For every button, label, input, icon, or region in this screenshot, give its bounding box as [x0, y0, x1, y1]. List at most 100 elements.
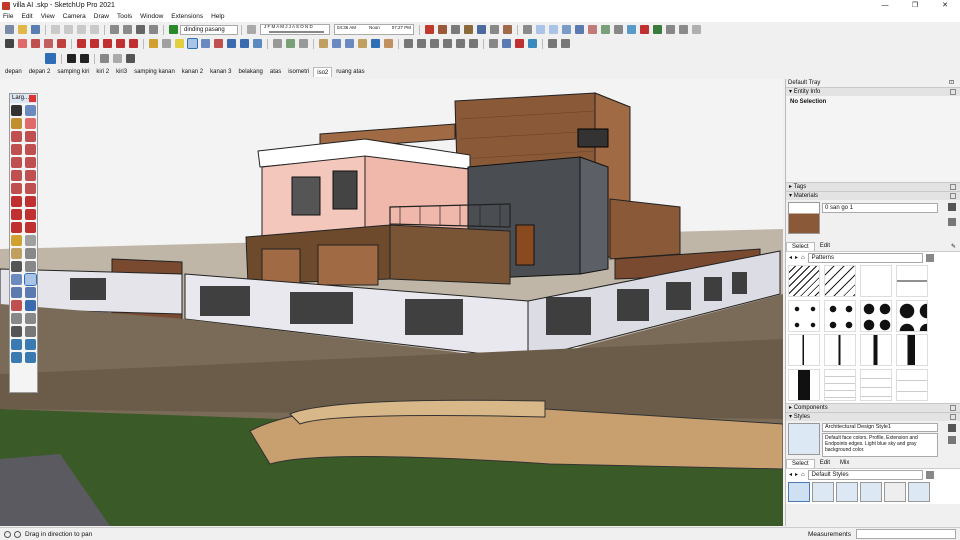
- zoom-window-palette-icon[interactable]: [25, 287, 36, 298]
- erase-icon[interactable]: [90, 25, 99, 34]
- scene-tab[interactable]: kanan 2: [179, 67, 206, 77]
- freehand-icon[interactable]: [25, 131, 36, 142]
- menu-edit[interactable]: Edit: [21, 13, 32, 20]
- move-tool-icon[interactable]: [90, 39, 99, 48]
- tape-palette-icon[interactable]: [11, 235, 22, 246]
- zoom-tool-icon[interactable]: [201, 39, 210, 48]
- zoom-palette-icon[interactable]: [11, 287, 22, 298]
- details-arrow-icon[interactable]: [925, 470, 934, 479]
- xray-style-icon[interactable]: [319, 39, 328, 48]
- redo-icon[interactable]: [123, 25, 132, 34]
- extension-warehouse-icon[interactable]: [515, 39, 524, 48]
- position-camera-palette-icon[interactable]: [11, 313, 22, 324]
- orbit-icon[interactable]: [536, 25, 545, 34]
- iso-view-icon[interactable]: [404, 39, 413, 48]
- copy-icon[interactable]: [64, 25, 73, 34]
- right-view-icon[interactable]: [443, 39, 452, 48]
- ruby-icon[interactable]: [45, 53, 56, 64]
- scale-icon[interactable]: [116, 39, 125, 48]
- smoove-icon[interactable]: [11, 352, 22, 363]
- pattern-thumb[interactable]: [824, 265, 856, 297]
- eyedropper-icon[interactable]: ✎: [946, 242, 960, 251]
- scene-tab[interactable]: samping kiri: [54, 67, 92, 77]
- menu-help[interactable]: Help: [211, 13, 224, 20]
- scene-tab[interactable]: depan 2: [26, 67, 54, 77]
- top-view-icon[interactable]: [417, 39, 426, 48]
- model-info-icon[interactable]: [149, 25, 158, 34]
- scene-tab[interactable]: kiri3: [113, 67, 130, 77]
- forward-arrow-icon[interactable]: ▸: [795, 471, 798, 478]
- scene-tab[interactable]: atas: [267, 67, 284, 77]
- home-icon[interactable]: ⌂: [801, 255, 805, 261]
- xray-icon[interactable]: [490, 25, 499, 34]
- move-palette-icon[interactable]: [11, 196, 22, 207]
- move-icon[interactable]: [523, 25, 532, 34]
- sandbox-scratch-icon[interactable]: [25, 339, 36, 350]
- section-cut-icon[interactable]: [299, 39, 308, 48]
- camera-icon[interactable]: [679, 25, 688, 34]
- zoom-extents-icon[interactable]: [214, 39, 223, 48]
- two-point-arc-icon[interactable]: [25, 170, 36, 181]
- pattern-thumb[interactable]: [860, 368, 892, 401]
- layout-icon[interactable]: [528, 39, 537, 48]
- materials-icon[interactable]: [614, 25, 623, 34]
- materials-select-tab[interactable]: Select: [786, 242, 815, 251]
- create-material-icon[interactable]: [948, 203, 956, 211]
- save-icon[interactable]: [31, 25, 40, 34]
- materials-header[interactable]: ▾ Materials: [786, 191, 960, 200]
- scene-tab-active[interactable]: iso2: [313, 67, 333, 77]
- shaded-icon[interactable]: [358, 39, 367, 48]
- paste-icon[interactable]: [77, 25, 86, 34]
- scale-palette-icon[interactable]: [11, 222, 22, 233]
- settings-gear-icon[interactable]: [126, 54, 135, 63]
- group-icon[interactable]: [438, 25, 447, 34]
- palette-close-icon[interactable]: [29, 95, 36, 102]
- solid-tools-icon[interactable]: [588, 25, 597, 34]
- select-icon[interactable]: [5, 39, 14, 48]
- styles-mix-tab[interactable]: Mix: [835, 459, 854, 468]
- orbit-tool-icon[interactable]: [187, 38, 198, 49]
- tape-measure-icon[interactable]: [149, 39, 158, 48]
- tray-pin-icon[interactable]: ⊡: [949, 79, 954, 87]
- scenes-icon[interactable]: [113, 54, 122, 63]
- scene-tab[interactable]: kanan 3: [207, 67, 234, 77]
- paint-tool-icon[interactable]: [11, 118, 22, 129]
- rotate-icon[interactable]: [103, 39, 112, 48]
- rectangle-icon[interactable]: [57, 39, 66, 48]
- rotate-palette-icon[interactable]: [11, 209, 22, 220]
- scene-tab[interactable]: depan: [2, 67, 25, 77]
- undo-icon[interactable]: [110, 25, 119, 34]
- warehouse-search-icon[interactable]: [489, 39, 498, 48]
- pattern-thumb[interactable]: [896, 265, 928, 297]
- previous-view-icon[interactable]: [25, 300, 36, 311]
- maximize-button[interactable]: ❐: [900, 0, 930, 11]
- rotated-rect-icon[interactable]: [25, 144, 36, 155]
- style-library-dropdown[interactable]: Default Styles: [807, 469, 923, 480]
- close-icon[interactable]: [950, 405, 956, 411]
- pattern-thumb[interactable]: [788, 265, 820, 297]
- component-icon[interactable]: [425, 25, 434, 34]
- forward-arrow-icon[interactable]: ▸: [795, 254, 798, 261]
- close-button[interactable]: ✕: [930, 0, 960, 11]
- style-thumb[interactable]: [908, 482, 930, 502]
- menu-tools[interactable]: Tools: [117, 13, 132, 20]
- look-around-icon[interactable]: [240, 39, 249, 48]
- rectangle-tool-icon[interactable]: [11, 144, 22, 155]
- details-arrow-icon[interactable]: [925, 253, 934, 262]
- scene-tab[interactable]: isometri: [285, 67, 312, 77]
- model-viewport[interactable]: [0, 79, 783, 526]
- select-tool-icon[interactable]: [11, 105, 22, 116]
- sandbox-icon[interactable]: [601, 25, 610, 34]
- entity-info-header[interactable]: ▾ Entity Info: [786, 87, 960, 96]
- sandbox-from-contours-icon[interactable]: [11, 339, 22, 350]
- push-pull-icon[interactable]: [77, 39, 86, 48]
- back-arrow-icon[interactable]: ◂: [789, 254, 792, 261]
- 3d-text-icon[interactable]: [25, 261, 36, 272]
- back-edges-icon[interactable]: [503, 25, 512, 34]
- styles-header[interactable]: ▾ Styles: [786, 412, 960, 421]
- pattern-thumb[interactable]: [860, 265, 892, 297]
- pattern-thumb[interactable]: [788, 299, 820, 332]
- paint-bucket-icon[interactable]: [175, 39, 184, 48]
- style-thumb[interactable]: [812, 482, 834, 502]
- walk-tool-icon[interactable]: [253, 39, 262, 48]
